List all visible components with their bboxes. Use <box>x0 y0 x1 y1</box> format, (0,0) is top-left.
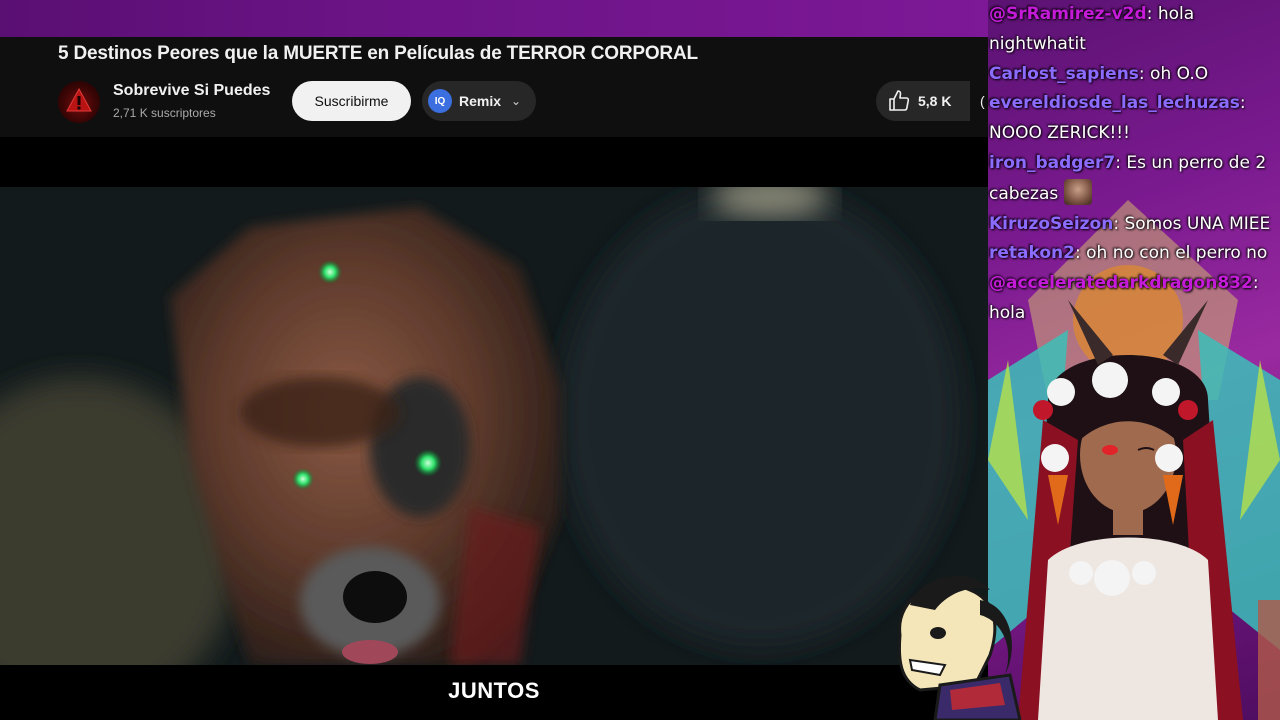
remix-button[interactable]: IQ Remix ⌄ <box>422 81 536 121</box>
dislike-button-partial[interactable]: ( <box>980 93 985 109</box>
chat-emote-icon <box>1063 178 1092 205</box>
channel-logo-icon <box>66 87 92 112</box>
chat-username: Carlost_sapiens <box>989 63 1139 84</box>
youtube-watch-page: 5 Destinos Peores que la MUERTE en Pelíc… <box>0 37 988 720</box>
chat-message: KiruzoSeizon: Somos UNA MIEE <box>989 210 1280 240</box>
chat-message: @SrRamirez-v2d: hola nightwhatit <box>989 0 1280 60</box>
chat-username: retakon2 <box>989 243 1075 264</box>
like-button[interactable]: 5,8 K <box>876 81 970 121</box>
video-player[interactable]: JUNTOS <box>0 137 988 720</box>
thumbs-up-icon <box>889 90 910 111</box>
remix-icon: IQ <box>428 89 452 113</box>
channel-row: Sobrevive Si Puedes 2,71 K suscriptores … <box>58 79 988 123</box>
chat-log: @SrRamirez-v2d: hola nightwhatit Carlost… <box>989 0 1280 329</box>
pony-mascot <box>897 575 1022 720</box>
video-frame <box>0 187 988 665</box>
chat-message: iron_badger7: Es un perro de 2 cabezas <box>989 149 1280 210</box>
chevron-down-icon: ⌄ <box>511 94 522 108</box>
like-count: 5,8 K <box>918 93 952 109</box>
subscriber-count: 2,71 K suscriptores <box>113 106 216 120</box>
chat-username: iron_badger7 <box>989 152 1116 173</box>
stream-overlay: @SrRamirez-v2d: hola nightwhatit Carlost… <box>988 0 1280 720</box>
top-overlay-strip <box>0 0 988 37</box>
subscribe-button[interactable]: Suscribirme <box>292 81 411 121</box>
subtitle-caption: JUNTOS <box>448 678 540 703</box>
chat-username: KiruzoSeizon <box>989 213 1114 234</box>
chat-message: Carlost_sapiens: oh O.O <box>989 60 1280 90</box>
chat-username: @acceleratedarkdragon832 <box>989 273 1253 294</box>
chat-message: retakon2: oh no con el perro no <box>989 239 1280 269</box>
channel-name[interactable]: Sobrevive Si Puedes <box>113 82 270 100</box>
chat-text: : Somos UNA MIEE <box>1113 213 1271 234</box>
chat-text: : oh no con el perro no <box>1074 243 1268 264</box>
chat-username: @SrRamirez-v2d <box>989 4 1147 24</box>
chat-message: evereldiosde_las_lechuzas: NOOO ZERICK!!… <box>989 89 1280 149</box>
video-frame-image <box>0 187 988 665</box>
channel-avatar[interactable] <box>58 81 100 123</box>
chat-username: evereldiosde_las_lechuzas <box>989 93 1240 114</box>
chat-message: @acceleratedarkdragon832: hola <box>989 269 1280 329</box>
chat-text: : oh O.O <box>1138 63 1209 84</box>
video-title: 5 Destinos Peores que la MUERTE en Pelíc… <box>58 43 698 64</box>
remix-label: Remix <box>459 93 502 109</box>
